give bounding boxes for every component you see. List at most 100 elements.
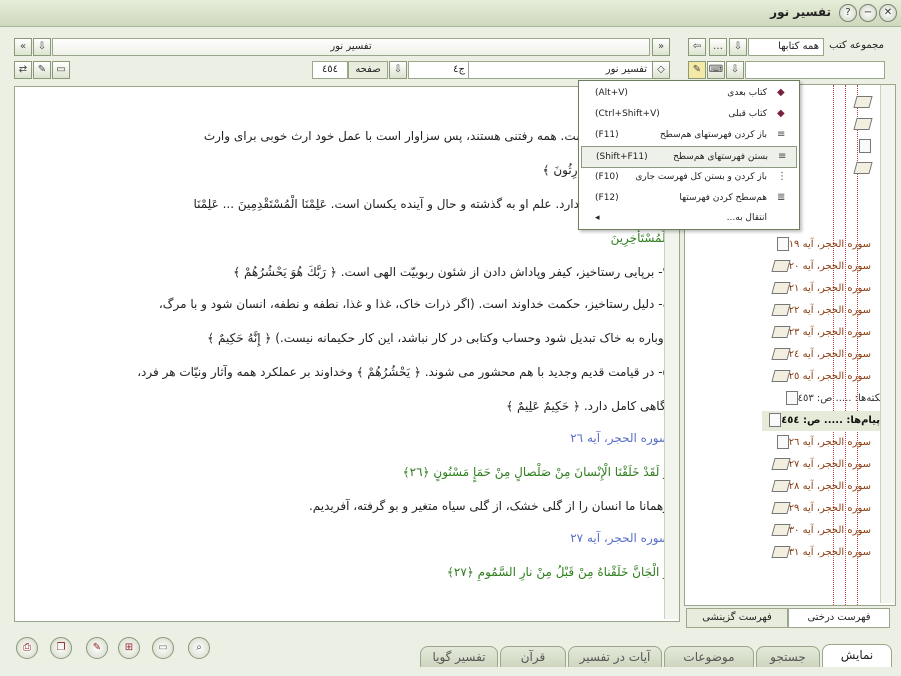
book-title-display: تفسیر نور [52, 38, 650, 56]
menu-item-expand-siblings[interactable]: ≡ باز کردن فهرستهای هم‌سطح (F11) [581, 125, 795, 145]
menu-item-prev-book[interactable]: ◆ کتاب قبلی (Ctrl+Shift+V) [581, 104, 795, 124]
settings-tool-icon[interactable]: ✎ [688, 61, 706, 79]
tree-item[interactable]: سوره الحجر، آیه ٣٠ [769, 521, 871, 541]
window-title: تفسیر نور [770, 5, 831, 19]
menu-item-level-lists[interactable]: ≣ هم‌سطح کردن فهرستها (F12) [581, 188, 795, 208]
book-icon [771, 260, 791, 272]
minimize-button[interactable]: − [859, 4, 877, 22]
book-icon [771, 546, 791, 558]
tab-audio-tafsir[interactable]: تفسیر گویا [420, 646, 498, 667]
search-input[interactable] [745, 61, 885, 79]
layout-icon[interactable]: ▭ [52, 61, 70, 79]
tree-item[interactable]: سوره الحجر، آیه ٢٧ [769, 455, 871, 475]
volume-field[interactable]: ج٤ [408, 61, 470, 79]
tools-icon[interactable]: ✎ [33, 61, 51, 79]
menu-item-move-to[interactable]: انتقال به... ◂ [581, 208, 795, 228]
bottom-tab-bar: نمایش جستجو موضوعات آیات در تفسیر قرآن ت… [0, 644, 901, 667]
group-label: مجموعه کتب [829, 40, 884, 51]
back-arrow-icon[interactable]: ⇦ [688, 38, 706, 56]
content-line: الْمُسْتَأْخِرِينَ [610, 231, 669, 245]
tree-item[interactable]: سوره الحجر، آیه ٢٠ [769, 257, 871, 277]
menu-item-next-book[interactable]: ◆ کتاب بعدی (Alt+V) [581, 83, 795, 103]
page-icon [859, 139, 871, 153]
tab-verses-in-tafsir[interactable]: آیات در تفسیر [568, 646, 662, 667]
page-icon [776, 435, 789, 449]
tree-item[interactable]: سوره الحجر، آیه ٢٨ [769, 477, 871, 497]
tab-tree-index[interactable]: فهرست درختی [788, 608, 890, 628]
dropdown-icon[interactable]: ⇩ [33, 38, 51, 56]
content-line: آگاهی کامل دارد. ﴿ حَكِيمٌ عَلِيمٌ ﴾ [506, 399, 669, 413]
tree-item[interactable]: سوره الحجر، آیه ٢٤ [769, 345, 871, 365]
help-button[interactable]: ? [839, 4, 857, 22]
book-icon [853, 118, 873, 130]
tree-item[interactable]: سوره الحجر، آیه ١٩ [773, 235, 871, 255]
content-line: ٤- دلیل رستاخیز، حکمت خداوند است. (اگر ذ… [158, 297, 669, 311]
submenu-arrow-icon: ◂ [595, 213, 600, 223]
book-icon [771, 524, 791, 536]
tree-book-row[interactable] [855, 137, 871, 157]
tree-item[interactable]: سوره الحجر، آیه ٢٩ [769, 499, 871, 519]
tab-topics[interactable]: موضوعات [664, 646, 754, 667]
tree-item[interactable]: سوره الحجر، آیه ٢٥ [769, 367, 871, 387]
keyboard-icon[interactable]: ⌨ [707, 61, 725, 79]
page-icon [776, 237, 789, 251]
book-icon [771, 502, 791, 514]
next-book-icon: ◆ [777, 87, 785, 98]
group-dropdown-icon[interactable]: ⇩ [729, 38, 747, 56]
content-line: دوباره به خاک تبدیل شود وحساب وکتابی در … [207, 331, 669, 345]
tree-scrollbar[interactable] [880, 85, 895, 603]
expand-list-icon: ≡ [777, 129, 786, 140]
surah-heading: سوره الحجر، آیه ٢٦ [570, 431, 669, 445]
sync-icon[interactable]: ⇄ [14, 61, 32, 79]
tree-item[interactable]: نکته‌ها: ..... ص: ٤٥٣ [782, 389, 883, 409]
tree-item[interactable]: سوره الحجر، آیه ٢٦ [773, 433, 871, 453]
close-button[interactable]: ✕ [879, 4, 897, 22]
book-open-icon [853, 162, 873, 174]
book-icon [771, 282, 791, 294]
group-combo[interactable]: همه کتابها [748, 38, 824, 56]
tab-selective-index[interactable]: فهرست گزینشی [686, 608, 788, 628]
verse-text: وَ الْجَانَّ خَلَقْناهُ مِنْ قَبْلُ مِنْ… [446, 565, 669, 579]
more-icon[interactable]: … [709, 38, 727, 56]
prev-book-icon: ◆ [777, 108, 785, 119]
page-number-field[interactable]: ٤٥٤ [312, 61, 348, 79]
menu-item-collapse-siblings[interactable]: ≡ بستن فهرستهای هم‌سطح (Shift+F11) [581, 146, 797, 168]
translation-text: وهمانا ما انسان را از گلی خشک، از گلی سی… [308, 499, 669, 513]
book-icon [771, 304, 791, 316]
page-icon [785, 391, 798, 405]
tree-item[interactable]: سوره الحجر، آیه ٢٢ [769, 301, 871, 321]
tab-quran[interactable]: قرآن [500, 646, 566, 667]
collapse-list-icon: ≡ [778, 151, 787, 162]
tree-item[interactable]: سوره الحجر، آیه ٢١ [769, 279, 871, 299]
surah-heading: سوره الحجر، آیه ٢٧ [570, 531, 669, 545]
book-icon [771, 326, 791, 338]
tree-book-row[interactable] [851, 93, 873, 113]
tree-item-selected[interactable]: پیام‌ها: ..... ص: ٤٥٤ [762, 411, 883, 431]
title-bar: ✕ − ? تفسیر نور [0, 0, 901, 27]
tab-search[interactable]: جستجو [756, 646, 820, 667]
tree-item[interactable]: سوره الحجر، آیه ٣١ [769, 543, 871, 563]
tag-icon[interactable]: ◇ [652, 61, 670, 79]
book-icon [771, 458, 791, 470]
tree-book-row[interactable] [851, 115, 873, 135]
context-menu: ◆ کتاب بعدی (Alt+V) ◆ کتاب قبلی (Ctrl+Shift+… [578, 80, 800, 230]
level-list-icon: ≣ [777, 192, 786, 203]
tree-book-row[interactable] [851, 159, 873, 179]
book-open-icon [771, 370, 791, 382]
book-icon [771, 348, 791, 360]
content-line: ٥- در قیامت قدیم وجدید با هم محشور می شو… [137, 365, 669, 379]
page-icon [769, 413, 782, 427]
tab-display[interactable]: نمایش [822, 644, 892, 667]
page-label: صفحه [348, 61, 388, 79]
tree-item[interactable]: سوره الحجر، آیه ٢٣ [769, 323, 871, 343]
book-combo[interactable]: تفسیر نور [468, 61, 654, 79]
book-icon [853, 96, 873, 108]
search-dropdown-icon[interactable]: ⇩ [726, 61, 744, 79]
nav-prev-icon[interactable]: « [14, 38, 32, 56]
book-icon [771, 480, 791, 492]
verse-text: وَ لَقَدْ خَلَقْنَا الْإِنْسانَ مِنْ صَل… [402, 465, 669, 479]
menu-item-toggle-all[interactable]: ⋮ باز کردن و بستن کل فهرست جاری (F10) [581, 167, 795, 187]
nav-next-icon[interactable]: » [652, 38, 670, 56]
volume-dropdown-icon[interactable]: ⇩ [389, 61, 407, 79]
toggle-tree-icon: ⋮ [777, 171, 787, 182]
